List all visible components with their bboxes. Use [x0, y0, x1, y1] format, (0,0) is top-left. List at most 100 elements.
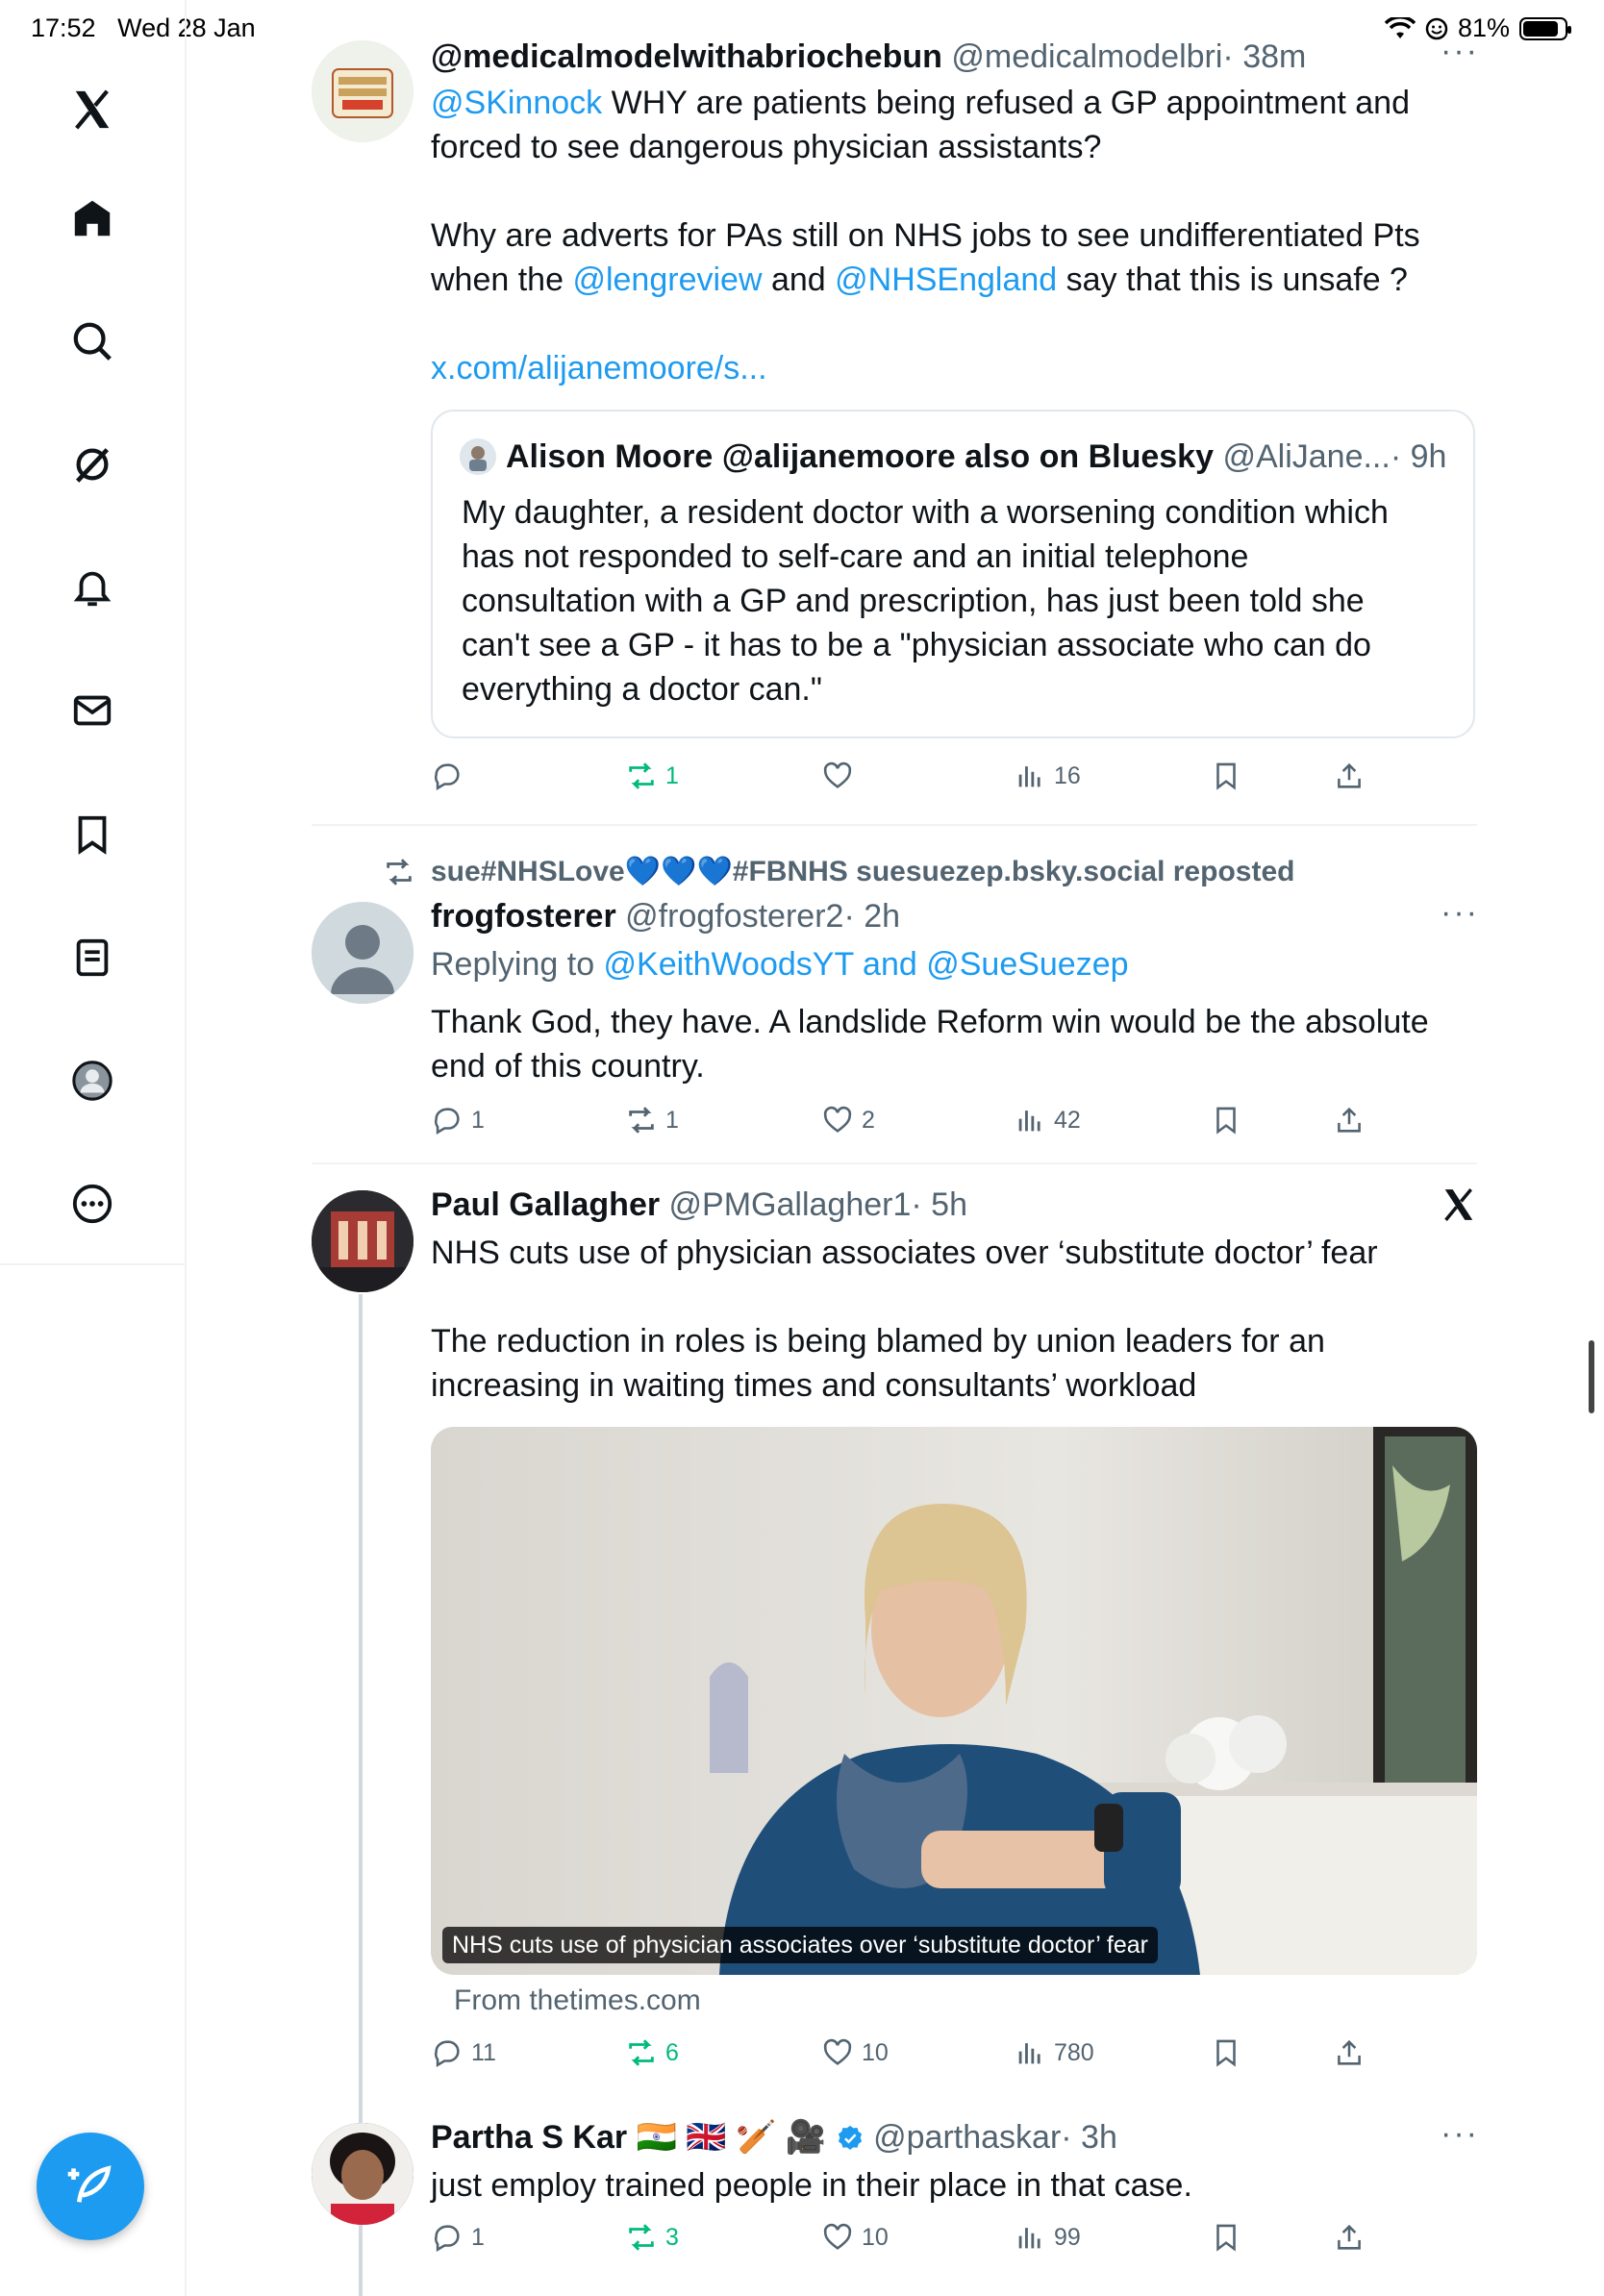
views-icon — [1018, 1111, 1040, 1132]
like-button[interactable]: 2 — [821, 1104, 875, 1136]
timestamp[interactable]: · 38m — [1222, 38, 1306, 75]
link-card[interactable]: NHS cuts use of physician associates ove… — [431, 1427, 1477, 1975]
avatar[interactable] — [312, 2123, 414, 2225]
views-button[interactable]: 16 — [1014, 760, 1081, 792]
home-icon[interactable] — [63, 189, 121, 247]
reply-button[interactable] — [431, 760, 471, 792]
display-name[interactable]: frogfosterer — [431, 898, 616, 935]
replying-to: Replying to @KeithWoodsYT and @SueSuezep — [431, 946, 1129, 983]
profile-icon[interactable] — [63, 1052, 121, 1110]
timestamp[interactable]: · 3h — [1061, 2119, 1117, 2156]
like-button[interactable] — [821, 760, 862, 792]
heart-icon — [823, 761, 852, 788]
share-button[interactable] — [1333, 2036, 1366, 2069]
more-options-icon[interactable]: ··· — [1441, 2115, 1479, 2153]
bookmark-button[interactable] — [1210, 2221, 1242, 2254]
grok-icon[interactable] — [63, 436, 121, 493]
tweet-header: @medicalmodelwithabriochebun @medicalmod… — [431, 35, 1306, 79]
repost-button[interactable]: 1 — [625, 1104, 679, 1136]
repost-button[interactable]: 1 — [625, 760, 679, 792]
replying-to-link[interactable]: @KeithWoodsYT and @SueSuezep — [604, 946, 1129, 983]
display-name[interactable]: Paul Gallagher — [431, 1186, 660, 1223]
repost-banner-icon — [387, 859, 412, 886]
bookmark-icon — [1216, 2224, 1236, 2252]
x-logo-icon[interactable] — [63, 81, 121, 138]
bookmark-icon — [1216, 1107, 1236, 1135]
repost-banner[interactable]: sue#NHSLove💙💙💙#FBNHS suesuezep.bsky.soci… — [431, 850, 1294, 894]
share-icon — [1338, 2039, 1361, 2065]
tweet-actions: 1 16 — [431, 760, 1392, 802]
quote-timestamp: · 9h — [1390, 438, 1447, 475]
wifi-icon — [1384, 16, 1416, 38]
views-icon — [1018, 2043, 1040, 2064]
timestamp[interactable]: · 2h — [843, 898, 900, 935]
search-icon[interactable] — [63, 312, 121, 370]
mention-link[interactable]: @SKinnock — [431, 85, 602, 121]
timestamp[interactable]: · 5h — [911, 1186, 967, 1223]
views-button[interactable]: 780 — [1014, 2036, 1094, 2069]
like-button[interactable]: 10 — [821, 2036, 889, 2069]
bookmark-icon — [1216, 2039, 1236, 2067]
heart-icon — [823, 2223, 852, 2250]
bookmark-button[interactable] — [1210, 760, 1242, 792]
quote-avatar — [460, 438, 496, 475]
display-name[interactable]: @medicalmodelwithabriochebun — [431, 38, 942, 75]
tweet-text: NHS cuts use of physician associates ove… — [431, 1235, 1378, 1404]
notifications-icon[interactable] — [63, 559, 121, 616]
messages-icon[interactable] — [63, 682, 121, 739]
avatar[interactable] — [312, 1190, 414, 1292]
quoted-tweet[interactable]: Alison Moore @alijanemoore also on Blues… — [431, 410, 1475, 738]
share-button[interactable] — [1333, 1104, 1366, 1136]
compose-button[interactable] — [37, 2133, 144, 2240]
handle[interactable]: @PMGallagher1 — [669, 1186, 912, 1223]
bookmark-button[interactable] — [1210, 1104, 1242, 1136]
lists-icon[interactable] — [63, 929, 121, 986]
quote-handle: @AliJane... — [1222, 438, 1391, 475]
repost-button[interactable]: 6 — [625, 2036, 679, 2069]
heart-icon — [823, 1106, 852, 1133]
reply-icon — [435, 1108, 460, 1136]
share-icon — [1338, 1107, 1361, 1133]
more-icon[interactable] — [63, 1175, 121, 1233]
reply-button[interactable]: 1 — [431, 1104, 485, 1136]
reply-icon — [435, 2225, 460, 2253]
battery-icon — [1519, 16, 1571, 40]
sidebar-divider — [0, 1263, 185, 1265]
avatar[interactable] — [312, 902, 414, 1004]
display-name[interactable]: Partha S Kar 🇮🇳 🇬🇧 🏏 🎥 — [431, 2119, 826, 2156]
views-button[interactable]: 99 — [1014, 2221, 1081, 2254]
heart-icon — [823, 2038, 852, 2065]
repost-button[interactable]: 3 — [625, 2221, 679, 2254]
url-link[interactable]: x.com/alijanemoore/s... — [431, 346, 1420, 390]
handle[interactable]: @medicalmodelbri — [951, 38, 1222, 75]
handle[interactable]: @parthaskar — [873, 2119, 1061, 2156]
more-options-icon[interactable]: ··· — [1441, 894, 1479, 932]
reply-button[interactable]: 11 — [431, 2036, 496, 2069]
bookmarks-icon[interactable] — [63, 806, 121, 863]
repost-icon — [629, 762, 654, 789]
reply-icon — [435, 763, 460, 791]
share-button[interactable] — [1333, 2221, 1366, 2254]
mention-link[interactable]: @lengreview — [572, 262, 762, 298]
share-button[interactable] — [1333, 760, 1366, 792]
verified-badge-icon — [838, 2125, 862, 2150]
avatar[interactable] — [312, 40, 414, 142]
bookmark-button[interactable] — [1210, 2036, 1242, 2069]
card-source[interactable]: From thetimes.com — [454, 1979, 701, 2023]
share-icon — [1338, 762, 1361, 788]
compose-feather-icon — [67, 2165, 112, 2203]
views-button[interactable]: 42 — [1014, 1104, 1081, 1136]
quote-text: My daughter, a resident doctor with a wo… — [462, 494, 1389, 708]
mention-link[interactable]: @NHSEngland — [835, 262, 1057, 298]
views-icon — [1018, 2228, 1040, 2249]
like-button[interactable]: 10 — [821, 2221, 889, 2254]
reply-icon — [435, 2040, 460, 2068]
handle[interactable]: @frogfosterer2 — [625, 898, 843, 935]
sidebar — [0, 0, 187, 2296]
card-caption: NHS cuts use of physician associates ove… — [442, 1927, 1158, 1963]
repost-icon — [629, 2224, 654, 2251]
reply-button[interactable]: 1 — [431, 2221, 485, 2254]
tweet-text: @SKinnock WHY are patients being refused… — [431, 81, 1420, 390]
more-options-icon[interactable]: ··· — [1441, 33, 1479, 70]
scrollbar[interactable] — [1589, 1340, 1594, 1413]
